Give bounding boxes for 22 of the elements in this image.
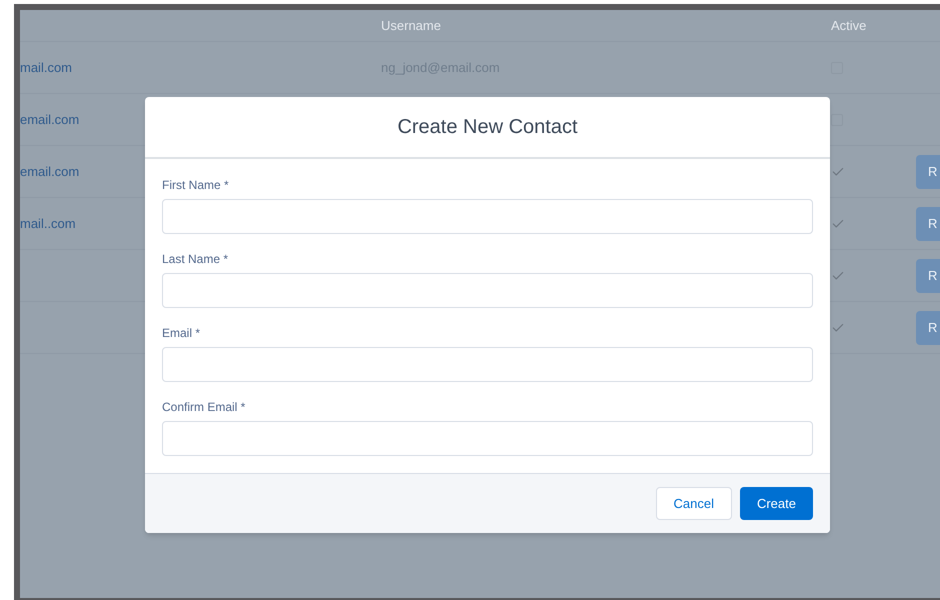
- field-label: Email *: [162, 325, 200, 341]
- column-header: Username: [381, 16, 441, 35]
- modal-title: Create New Contact: [397, 115, 578, 140]
- input-field[interactable]: [162, 421, 813, 456]
- input-field[interactable]: [162, 199, 813, 234]
- checkbox[interactable]: [831, 114, 843, 126]
- field-label: Confirm Email *: [162, 399, 246, 415]
- email-link[interactable]: email.com: [20, 164, 80, 178]
- field-label: Last Name *: [162, 251, 228, 267]
- row-button[interactable]: R: [916, 154, 940, 188]
- row-button[interactable]: R: [916, 310, 940, 344]
- email-link[interactable]: mail.com: [20, 60, 72, 74]
- row-button[interactable]: R: [916, 206, 940, 240]
- input-field[interactable]: [162, 347, 813, 382]
- row-button[interactable]: R: [916, 258, 940, 292]
- create-button[interactable]: Create: [740, 487, 813, 520]
- field-label: First Name *: [162, 177, 229, 193]
- input-field[interactable]: [162, 273, 813, 308]
- email-link[interactable]: mail..com: [20, 216, 76, 230]
- cancel-button[interactable]: Cancel: [656, 487, 732, 520]
- column-header: Active: [831, 16, 866, 35]
- email-link[interactable]: email.com: [20, 112, 80, 126]
